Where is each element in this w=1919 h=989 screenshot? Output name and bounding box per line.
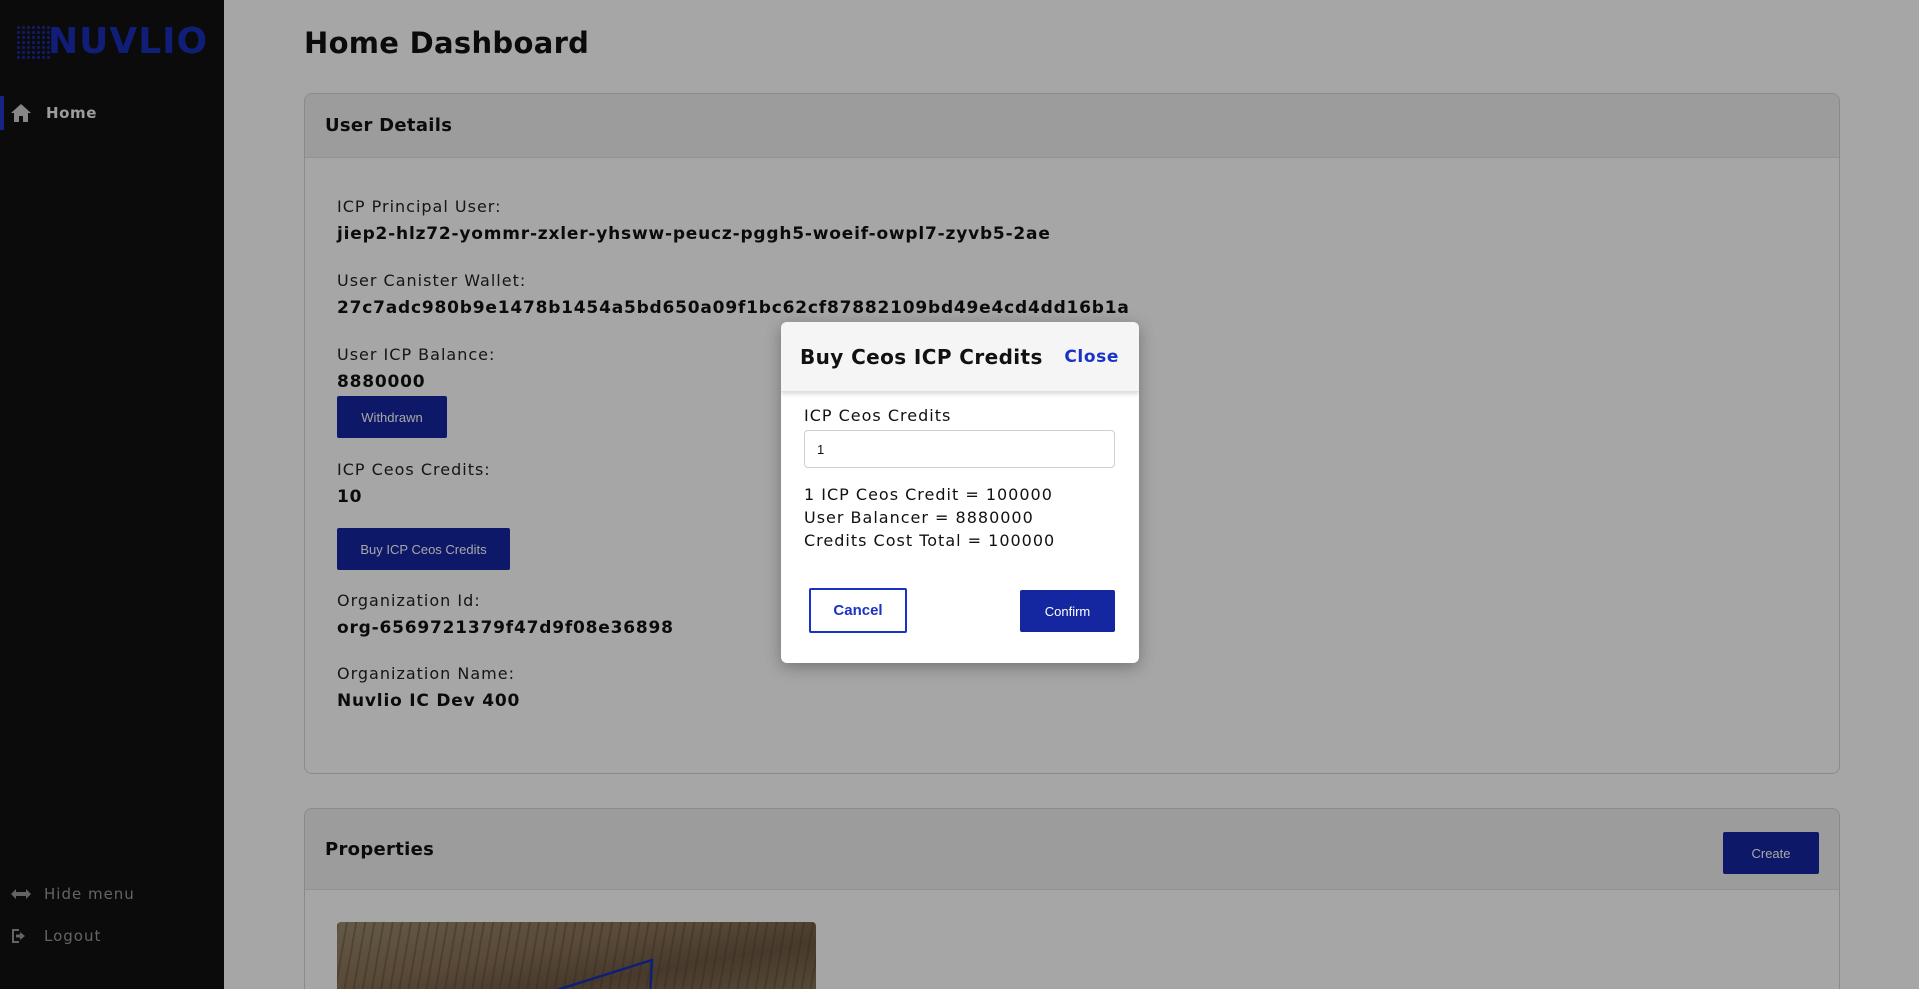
buy-credits-modal: Buy Ceos ICP Credits Close ICP Ceos Cred… [781,322,1139,663]
close-button[interactable]: Close [1064,347,1119,367]
user-balance-text: User Balancer = 8880000 [804,508,1034,527]
credit-rate-text: 1 ICP Ceos Credit = 100000 [804,485,1053,504]
confirm-button[interactable]: Confirm [1020,590,1115,632]
modal-header: Buy Ceos ICP Credits Close [781,322,1139,392]
credits-input-label: ICP Ceos Credits [804,406,952,425]
modal-title: Buy Ceos ICP Credits [800,344,1043,369]
cancel-button[interactable]: Cancel [809,588,907,633]
cost-total-text: Credits Cost Total = 100000 [804,531,1056,550]
credits-quantity-input[interactable] [804,430,1115,468]
